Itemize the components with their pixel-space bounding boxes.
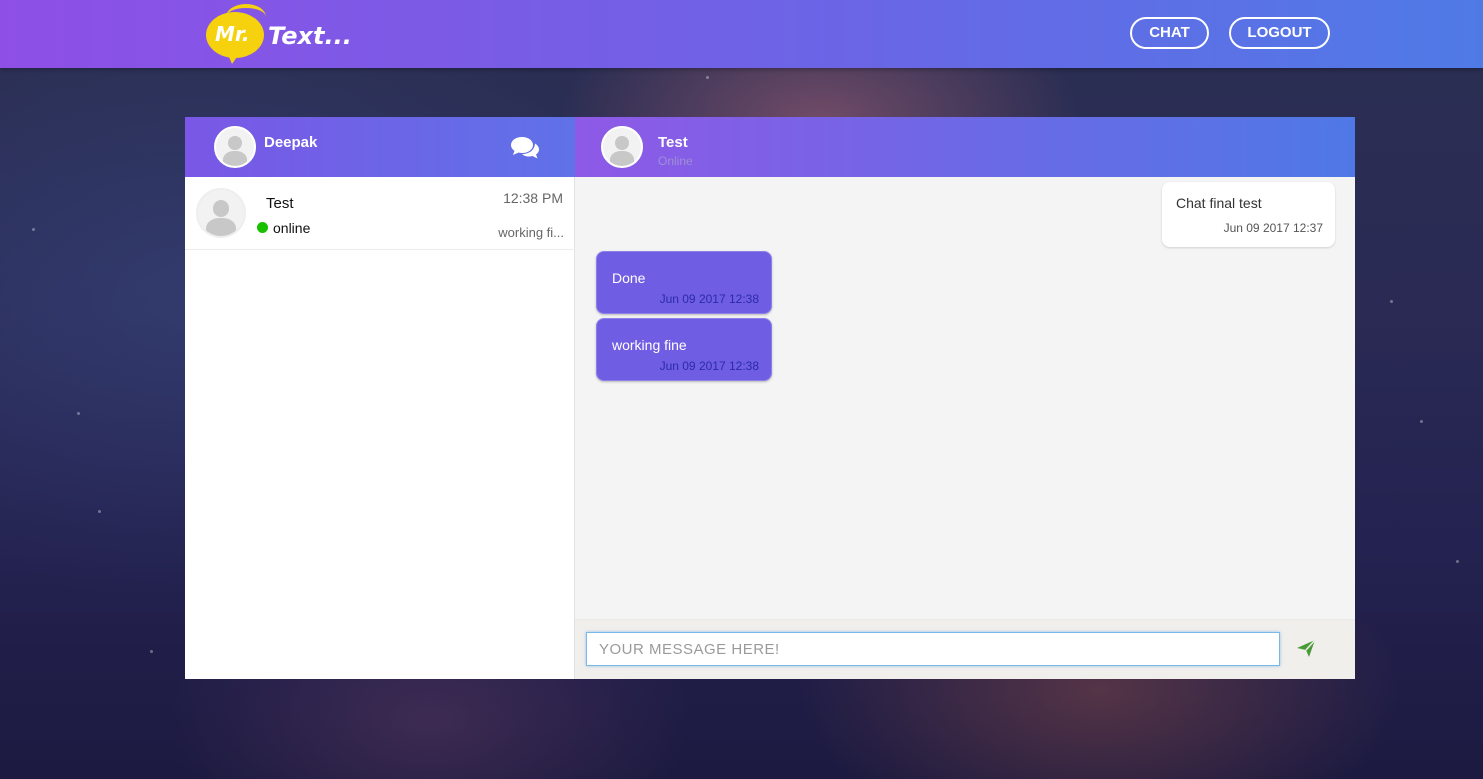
- message-time: Jun 09 2017 12:38: [659, 359, 759, 373]
- peer-status: Online: [658, 154, 693, 168]
- message-composer: [575, 619, 1355, 679]
- message-text: Chat final test: [1176, 195, 1262, 211]
- message-text: Done: [612, 270, 646, 286]
- app-logo[interactable]: Mr. Text...: [206, 4, 352, 64]
- peer-name: Test: [658, 134, 688, 151]
- contact-last-message: working fi...: [498, 225, 564, 240]
- chat-bubbles-icon[interactable]: [510, 135, 540, 161]
- logout-button[interactable]: LOGOUT: [1229, 17, 1330, 49]
- logo-bubble-tail: [226, 50, 242, 64]
- chat-panel: Deepak Test online 12:38 PM working fi..…: [185, 117, 1355, 679]
- conversation-header: Test Online: [575, 117, 1355, 177]
- peer-avatar-icon: [601, 126, 643, 168]
- logo-wordmark: Text...: [268, 22, 352, 50]
- contact-avatar-icon: [196, 188, 246, 238]
- contact-last-time: 12:38 PM: [503, 190, 563, 206]
- contact-status: online: [273, 220, 311, 236]
- my-avatar-icon: [214, 126, 256, 168]
- online-status-icon: [257, 222, 268, 233]
- message-input[interactable]: [586, 632, 1280, 666]
- chat-nav-button[interactable]: CHAT: [1130, 17, 1209, 49]
- received-message: working fine Jun 09 2017 12:38: [596, 318, 772, 381]
- contact-list-item[interactable]: Test online 12:38 PM working fi...: [185, 177, 575, 250]
- message-text: working fine: [612, 337, 687, 353]
- sent-message: Chat final test Jun 09 2017 12:37: [1162, 182, 1335, 247]
- current-user-name: Deepak: [264, 134, 318, 151]
- top-navbar: Mr. Text... CHAT LOGOUT: [0, 0, 1483, 68]
- message-time: Jun 09 2017 12:37: [1223, 221, 1323, 235]
- contact-name: Test: [266, 195, 294, 212]
- sidebar-header: Deepak: [185, 117, 575, 177]
- logo-mr-text: Mr.: [215, 22, 250, 46]
- message-time: Jun 09 2017 12:38: [659, 292, 759, 306]
- conversation-pane: Test Online Chat final test Jun 09 2017 …: [575, 117, 1355, 679]
- received-message: Done Jun 09 2017 12:38: [596, 251, 772, 314]
- contacts-sidebar: Deepak Test online 12:38 PM working fi..…: [185, 117, 575, 679]
- send-icon[interactable]: [1295, 637, 1317, 659]
